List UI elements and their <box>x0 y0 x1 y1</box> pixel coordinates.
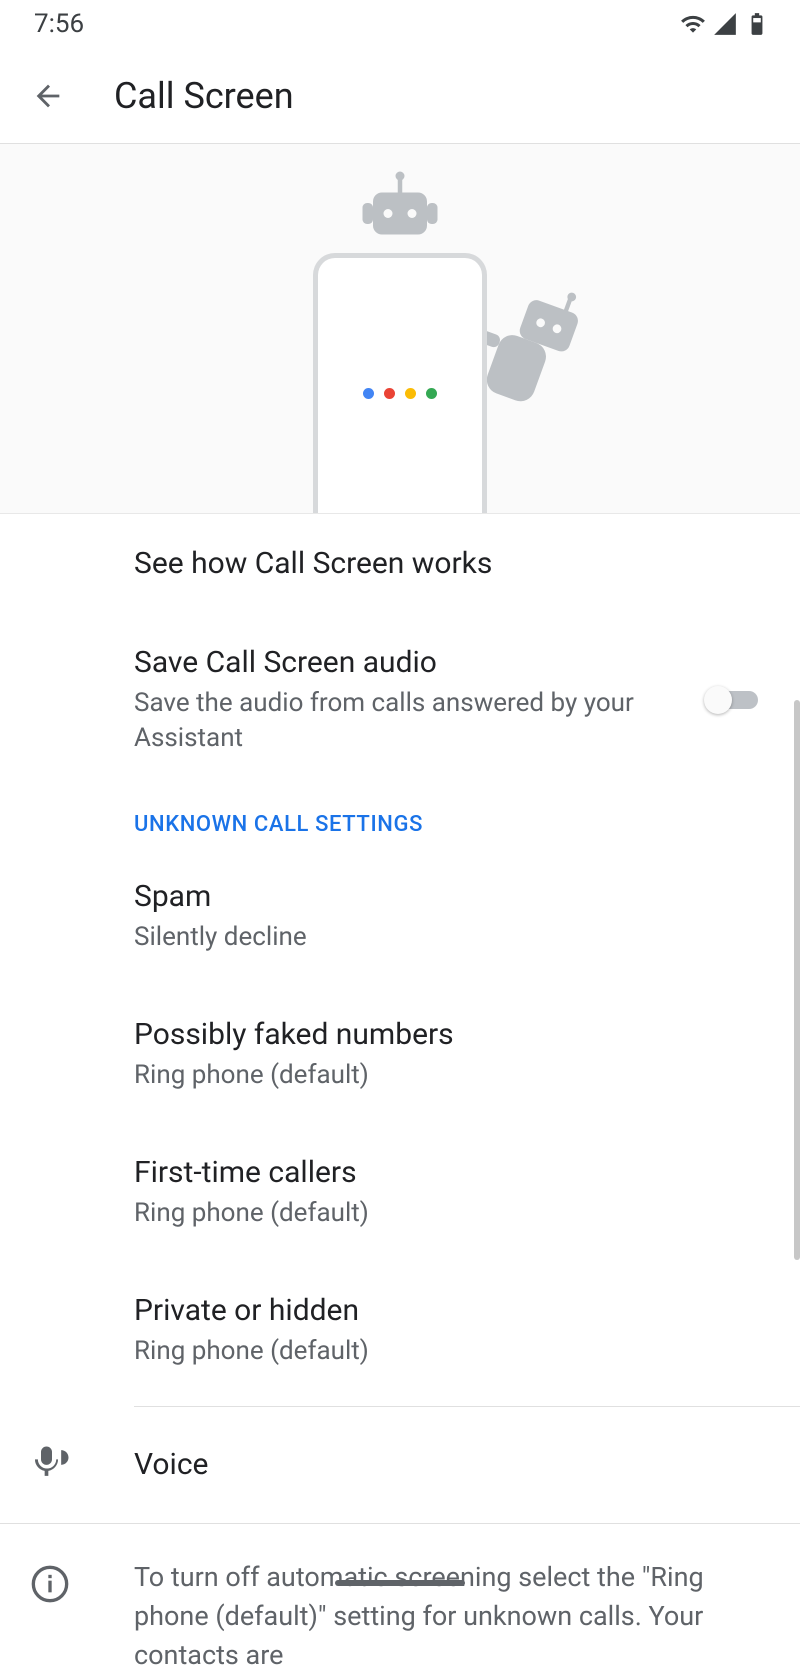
battery-icon <box>744 11 770 37</box>
arrow-left-icon <box>31 79 65 113</box>
first-time-callers-item[interactable]: First-time callers Ring phone (default) <box>0 1123 800 1261</box>
status-time: 7:56 <box>34 9 84 39</box>
hero-illustration <box>0 144 800 514</box>
phone-illustration <box>313 253 487 513</box>
info-icon <box>30 1564 74 1608</box>
setting-value: Ring phone (default) <box>134 1196 772 1231</box>
save-audio-item[interactable]: Save Call Screen audio Save the audio fr… <box>0 613 800 786</box>
voice-item[interactable]: Voice <box>0 1407 800 1524</box>
save-audio-toggle[interactable] <box>704 685 760 715</box>
status-bar: 7:56 <box>0 0 800 48</box>
how-it-works-title: See how Call Screen works <box>134 544 772 583</box>
nav-home-handle[interactable] <box>335 1580 465 1586</box>
unknown-section-label: UNKNOWN CALL SETTINGS <box>0 786 800 847</box>
private-hidden-item[interactable]: Private or hidden Ring phone (default) <box>0 1261 800 1399</box>
setting-value: Ring phone (default) <box>134 1058 772 1093</box>
save-audio-subtitle: Save the audio from calls answered by yo… <box>134 686 700 756</box>
voice-title: Voice <box>134 1447 208 1482</box>
app-bar: Call Screen <box>0 48 800 144</box>
spam-item[interactable]: Spam Silently decline <box>0 847 800 985</box>
setting-value: Silently decline <box>134 920 772 955</box>
setting-title: First-time callers <box>134 1153 772 1192</box>
faked-numbers-item[interactable]: Possibly faked numbers Ring phone (defau… <box>0 985 800 1123</box>
setting-value: Ring phone (default) <box>134 1334 772 1369</box>
scrollbar[interactable] <box>794 700 800 1260</box>
robot-top-icon <box>355 170 445 260</box>
assistant-dots-icon <box>363 388 437 399</box>
wifi-icon <box>680 11 706 37</box>
save-audio-title: Save Call Screen audio <box>134 643 700 682</box>
status-icons <box>680 11 770 37</box>
page-title: Call Screen <box>114 75 294 117</box>
footer-note: To turn off automatic screening select t… <box>0 1524 800 1675</box>
setting-title: Possibly faked numbers <box>134 1015 772 1054</box>
cell-signal-icon <box>712 11 738 37</box>
footer-text: To turn off automatic screening select t… <box>134 1558 772 1675</box>
voice-icon <box>30 1441 74 1489</box>
setting-title: Spam <box>134 877 772 916</box>
setting-title: Private or hidden <box>134 1291 772 1330</box>
settings-list: See how Call Screen works Save Call Scre… <box>0 514 800 1675</box>
how-it-works-item[interactable]: See how Call Screen works <box>0 514 800 613</box>
back-button[interactable] <box>24 72 72 120</box>
